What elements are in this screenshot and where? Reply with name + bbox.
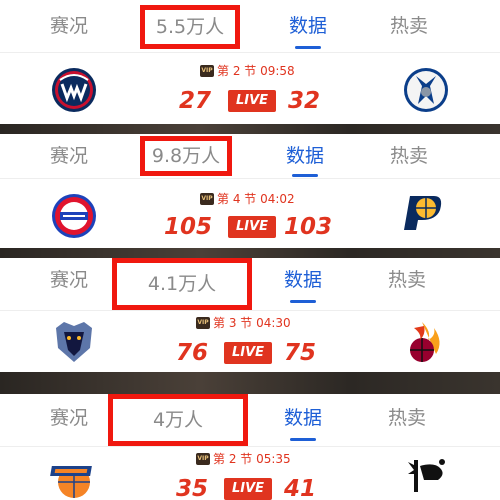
tab-game-status[interactable]: 赛况 [24, 260, 114, 300]
tab-stats[interactable]: 数据 [263, 6, 353, 46]
tab-shop[interactable]: 热卖 [364, 136, 454, 176]
game-card: 赛况 5.5万人 数据 热卖 VIP 第 2 节 09:58 27 LIVE 3… [0, 0, 500, 124]
home-score: 27 [178, 88, 211, 114]
active-tab-indicator [290, 300, 316, 303]
game-row[interactable]: VIP 第 4 节 04:02 105 LIVE 103 [0, 178, 500, 248]
tab-shop[interactable]: 热卖 [364, 6, 454, 46]
tab-shop[interactable]: 热卖 [362, 398, 452, 438]
away-score: 75 [283, 340, 316, 366]
pacers-logo-icon [404, 196, 442, 230]
tab-shop[interactable]: 热卖 [362, 260, 452, 300]
tab-game-status[interactable]: 赛况 [24, 6, 114, 46]
wizards-logo-icon [52, 68, 96, 112]
vip-icon: VIP [196, 316, 210, 329]
spurs-logo-icon [408, 459, 445, 492]
vip-icon: VIP [196, 452, 210, 465]
viewer-count-highlight: 5.5万人 [140, 5, 240, 49]
mavericks-logo-icon [404, 68, 448, 112]
grizzlies-logo-icon [56, 322, 92, 362]
game-period-clock: VIP 第 4 节 04:02 [200, 190, 295, 207]
tab-game-status[interactable]: 赛况 [24, 398, 114, 438]
viewer-count-highlight: 4万人 [108, 394, 248, 446]
viewer-count-highlight: 4.1万人 [112, 258, 252, 310]
game-row[interactable]: VIP 第 2 节 05:35 35 LIVE 41 [0, 446, 500, 500]
heat-logo-icon [410, 322, 440, 362]
active-tab-indicator [295, 46, 321, 49]
active-tab-indicator [290, 438, 316, 441]
tab-bar: 赛况 5.5万人 数据 热卖 [0, 0, 500, 49]
game-row[interactable]: VIP 第 2 节 09:58 27 LIVE 32 [0, 52, 500, 124]
tab-stats[interactable]: 数据 [260, 136, 350, 176]
active-tab-indicator [292, 174, 318, 177]
period-text: 第 4 节 04:02 [217, 192, 295, 206]
background-strip [0, 248, 500, 258]
tab-bar: 赛况 9.8万人 数据 热卖 [0, 134, 500, 178]
pistons-logo-icon [52, 194, 96, 238]
live-badge[interactable]: LIVE [224, 478, 272, 500]
tab-stats[interactable]: 数据 [258, 260, 348, 300]
background-strip [0, 372, 500, 394]
game-card: 赛况 4.1万人 数据 热卖 VIP 第 3 节 04:30 76 LIVE 7… [0, 258, 500, 372]
away-score: 41 [283, 476, 316, 500]
game-card: 赛况 9.8万人 数据 热卖 VIP 第 4 节 04:02 105 LIVE … [0, 134, 500, 248]
game-card: 赛况 4万人 数据 热卖 VIP 第 2 节 05:35 35 LIVE 41 [0, 394, 500, 500]
game-period-clock: VIP 第 3 节 04:30 [196, 314, 291, 331]
vip-icon: VIP [200, 64, 214, 77]
period-text: 第 2 节 09:58 [217, 64, 295, 78]
background-strip [0, 124, 500, 134]
knicks-logo-icon [50, 466, 92, 498]
game-row[interactable]: VIP 第 3 节 04:30 76 LIVE 75 [0, 310, 500, 372]
away-score: 103 [283, 214, 332, 240]
game-period-clock: VIP 第 2 节 09:58 [200, 62, 295, 79]
live-badge[interactable]: LIVE [228, 216, 276, 238]
tab-game-status[interactable]: 赛况 [24, 136, 114, 176]
away-score: 32 [287, 88, 320, 114]
home-score: 35 [175, 476, 208, 500]
live-badge[interactable]: LIVE [224, 342, 272, 364]
viewer-count-highlight: 9.8万人 [140, 136, 232, 176]
home-score: 105 [163, 214, 212, 240]
period-text: 第 2 节 05:35 [213, 452, 291, 466]
game-period-clock: VIP 第 2 节 05:35 [196, 450, 291, 467]
tab-bar: 赛况 4万人 数据 热卖 [0, 394, 500, 446]
tab-bar: 赛况 4.1万人 数据 热卖 [0, 258, 500, 310]
period-text: 第 3 节 04:30 [213, 316, 291, 330]
tab-stats[interactable]: 数据 [258, 398, 348, 438]
home-score: 76 [175, 340, 208, 366]
live-badge[interactable]: LIVE [228, 90, 276, 112]
vip-icon: VIP [200, 192, 214, 205]
